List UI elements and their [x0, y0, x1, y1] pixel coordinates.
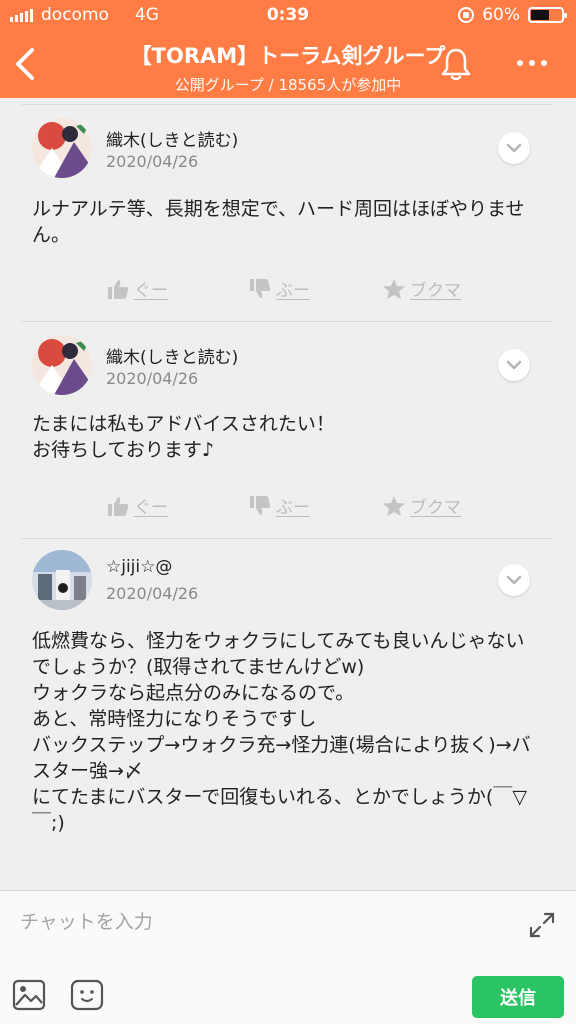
avatar[interactable] [32, 335, 92, 395]
chat-input[interactable] [20, 905, 500, 939]
thumbs-down-icon [250, 495, 271, 515]
post-body: ルナアルテ等、長期を想定で、ハード周回はほぼやりません。 [32, 198, 525, 246]
post-actions: ぐー ぶー ブクマ [0, 493, 576, 521]
divider [22, 538, 552, 539]
send-button[interactable]: 送信 [472, 976, 564, 1018]
app-header: docomo 4G 0:39 60% 【TORAM】トーラム剣グループ 公開グル… [0, 0, 576, 98]
star-icon [383, 278, 405, 299]
emoji-icon[interactable] [70, 979, 104, 1011]
good-button[interactable]: ぐー [106, 493, 168, 518]
nav-bar: 【TORAM】トーラム剣グループ 公開グループ / 18565人が参加中 [0, 32, 576, 98]
bell-icon[interactable] [440, 46, 472, 82]
post-body: たまには私もアドバイスされたい！ お待ちしております♪ [32, 413, 335, 461]
bad-button[interactable]: ぶー [248, 276, 310, 301]
chevron-down-icon [506, 575, 522, 585]
good-label: ぐー [134, 281, 168, 301]
thumbs-up-icon [108, 279, 129, 299]
group-title: 【TORAM】トーラム剣グループ [130, 44, 446, 68]
post-menu-button[interactable] [498, 349, 530, 381]
bad-button[interactable]: ぶー [248, 493, 310, 518]
author-name: ☆jiji☆@ [106, 557, 173, 577]
post-date: 2020/04/26 [106, 152, 199, 171]
group-subtitle: 公開グループ / 18565人が参加中 [174, 76, 402, 94]
divider [22, 104, 552, 105]
chevron-down-icon [506, 143, 522, 153]
avatar[interactable] [32, 118, 92, 178]
bad-label: ぶー [276, 281, 310, 301]
chevron-down-icon [506, 360, 522, 370]
author-name: 織木(しきと読む) [106, 348, 239, 368]
battery-percent: 60% [482, 5, 520, 25]
divider [22, 321, 552, 322]
battery-fill [531, 10, 549, 20]
battery-icon [528, 7, 567, 23]
star-icon [383, 495, 405, 516]
good-label: ぐー [134, 498, 168, 518]
rotation-lock-icon [458, 7, 475, 23]
chat-input-bar: 送信 [0, 890, 576, 1024]
post-actions: ぐー ぶー ブクマ [0, 276, 576, 304]
status-bar: docomo 4G 0:39 60% [0, 0, 576, 32]
good-button[interactable]: ぐー [106, 276, 168, 301]
avatar[interactable] [32, 550, 92, 610]
image-icon[interactable] [12, 979, 46, 1011]
thumbs-up-icon [108, 496, 129, 516]
post-date: 2020/04/26 [106, 584, 199, 603]
bookmark-label: ブクマ [410, 498, 461, 518]
author-name: 織木(しきと読む) [106, 131, 239, 151]
more-dots-icon[interactable] [517, 60, 547, 66]
bookmark-button[interactable]: ブクマ [382, 276, 461, 301]
expand-icon[interactable] [528, 911, 556, 939]
post-date: 2020/04/26 [106, 369, 199, 388]
post-menu-button[interactable] [498, 564, 530, 596]
post-menu-button[interactable] [498, 132, 530, 164]
bad-label: ぶー [276, 498, 310, 518]
bookmark-button[interactable]: ブクマ [382, 493, 461, 518]
message-feed[interactable]: 織木(しきと読む) 2020/04/26 ルナアルテ等、長期を想定で、ハード周回… [0, 98, 576, 890]
bookmark-label: ブクマ [410, 281, 461, 301]
title-block: 【TORAM】トーラム剣グループ 公開グループ / 18565人が参加中 [80, 40, 496, 95]
thumbs-down-icon [250, 278, 271, 298]
chevron-left-icon[interactable] [10, 44, 42, 84]
post-body: 低燃費なら、怪力をウォクラにしてみても良いんじゃないでしょうか？(取得されてませ… [32, 630, 531, 834]
